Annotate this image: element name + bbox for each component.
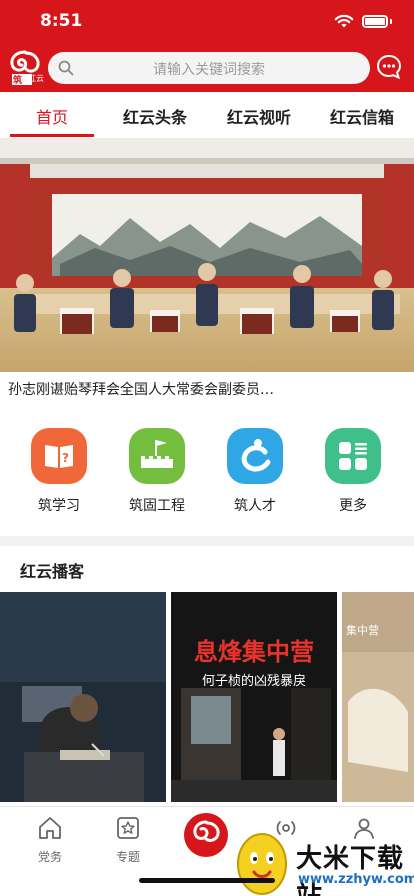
- quick-link-more[interactable]: 更多: [313, 428, 393, 515]
- search-placeholder: 请输入关键词搜索: [153, 62, 265, 78]
- tabbar-item-topics[interactable]: 专题: [98, 815, 158, 865]
- star-box-icon: [117, 817, 139, 839]
- podcast-card[interactable]: 息烽集中营 何子桢的凶残暴戾: [171, 592, 337, 802]
- podcast-card[interactable]: [0, 592, 166, 802]
- tab-home[interactable]: 首页: [8, 104, 96, 128]
- podcast-card[interactable]: 集中营: [342, 592, 414, 802]
- section-title: 红云播客: [20, 562, 85, 581]
- app-header: 筑 红云 请输入关键词搜索: [0, 44, 414, 92]
- tabbar-label: 党务: [37, 850, 62, 864]
- quick-links: ? 筑学习 筑固工程 筑人才 更多: [0, 406, 414, 536]
- battery-icon: [362, 14, 388, 28]
- tab-mailbox[interactable]: 红云信箱: [318, 104, 406, 128]
- hero-caption-bar[interactable]: 孙志刚谌贻琴拜会全国人大常委会副委员…: [0, 372, 414, 406]
- tabbar-item-center[interactable]: [184, 813, 228, 857]
- status-icons: [334, 13, 392, 29]
- podcast-thumbnail-writer: [0, 592, 166, 802]
- quick-link-talent[interactable]: 筑人才: [215, 428, 295, 515]
- quick-link-study[interactable]: ? 筑学习: [19, 428, 99, 515]
- quick-link-label: 更多: [339, 498, 367, 514]
- great-wall-flag-icon: [129, 428, 185, 484]
- tab-audiovisual[interactable]: 红云视听: [215, 104, 303, 128]
- house-icon: [39, 817, 61, 839]
- hero-caption: 孙志刚谌贻琴拜会全国人大常委会副委员…: [8, 382, 274, 398]
- tabbar-item-party[interactable]: 党务: [20, 815, 80, 865]
- quick-link-label: 筑学习: [38, 498, 80, 514]
- message-icon[interactable]: [376, 54, 402, 80]
- hero-banner-image[interactable]: [0, 138, 414, 372]
- hero-photo: [0, 138, 414, 372]
- tabbar-label: 专题: [115, 850, 140, 864]
- svg-text:?: ?: [62, 451, 69, 465]
- quick-link-label: 筑人才: [234, 498, 276, 514]
- svg-text:筑: 筑: [13, 74, 22, 86]
- rice-mascot-icon: [237, 833, 287, 895]
- quick-link-label: 筑固工程: [129, 498, 185, 514]
- watermark: 大米下载站 www.zzhyw.com: [226, 826, 414, 896]
- wifi-icon: [334, 14, 354, 28]
- podcast-card-label: 集中营: [346, 624, 379, 637]
- watermark-title: 大米下载站: [296, 844, 405, 896]
- tab-headlines[interactable]: 红云头条: [111, 104, 199, 128]
- podcast-card-title: 息烽集中营: [194, 638, 314, 666]
- channel-tabs: 首页 红云头条 红云视听 红云信箱: [0, 92, 414, 138]
- status-time: 8:51: [40, 11, 83, 31]
- person-c-icon: [227, 428, 283, 484]
- home-indicator: [139, 878, 275, 883]
- podcast-card-subtitle: 何子桢的凶残暴戾: [201, 674, 306, 689]
- book-question-icon: ?: [31, 428, 87, 484]
- search-input[interactable]: 请输入关键词搜索: [48, 52, 370, 84]
- watermark-url: www.zzhyw.com: [298, 872, 414, 887]
- battery-tip: [390, 18, 392, 24]
- active-tab-indicator: [10, 134, 94, 137]
- grid-more-icon: [325, 428, 381, 484]
- podcast-section: 红云播客 息烽集中营 何子桢的凶残暴戾 集中营: [0, 546, 414, 806]
- status-bar: 8:51: [0, 0, 414, 44]
- quick-link-consolidate[interactable]: 筑固工程: [117, 428, 197, 515]
- podcast-thumbnail-camp: [171, 592, 337, 802]
- hongyun-logo-icon: [193, 820, 220, 842]
- logo-text: 红云: [28, 74, 44, 83]
